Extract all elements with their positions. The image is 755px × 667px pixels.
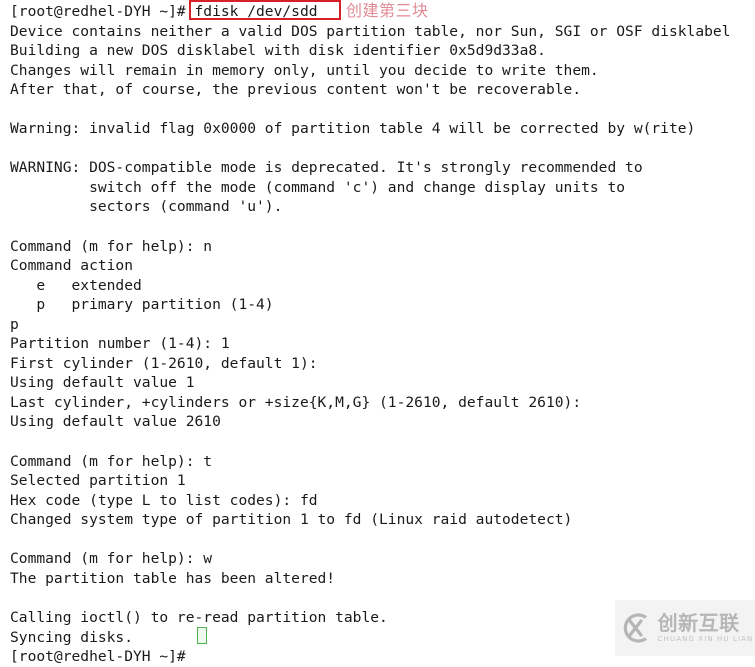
watermark-logo-icon bbox=[617, 611, 651, 645]
terminal-line: Last cylinder, +cylinders or +size{K,M,G… bbox=[10, 393, 582, 411]
terminal-line: Warning: invalid flag 0x0000 of partitio… bbox=[10, 120, 696, 138]
terminal-line: p primary partition (1-4) bbox=[10, 296, 274, 314]
annotation-text: 创建第三块 bbox=[346, 1, 429, 20]
watermark-text-block: 创新互联 CHUANG XIN HU LIAN bbox=[658, 613, 754, 643]
terminal-line: Command (m for help): n bbox=[10, 237, 213, 255]
watermark: 创新互联 CHUANG XIN HU LIAN bbox=[615, 600, 755, 656]
terminal-line: Using default value 2610 bbox=[10, 413, 221, 431]
terminal-cursor bbox=[197, 627, 207, 644]
terminal-line: Changed system type of partition 1 to fd… bbox=[10, 511, 573, 529]
terminal-line: e extended bbox=[10, 276, 142, 294]
terminal-line: After that, of course, the previous cont… bbox=[10, 81, 582, 99]
terminal-line: First cylinder (1-2610, default 1): bbox=[10, 354, 318, 372]
terminal-line: Command action bbox=[10, 257, 134, 275]
terminal-line: p bbox=[10, 315, 19, 333]
watermark-chinese: 创新互联 bbox=[657, 611, 740, 635]
terminal-output-area[interactable]: [root@redhel-DYH ~]# fdisk /dev/sdd Devi… bbox=[0, 0, 755, 665]
terminal-line: sectors (command 'u'). bbox=[10, 198, 283, 216]
terminal-line: Command (m for help): w bbox=[10, 550, 213, 568]
terminal-line: Device contains neither a valid DOS part… bbox=[10, 22, 731, 40]
terminal-line: Command (m for help): t bbox=[10, 452, 213, 470]
terminal-line: Partition number (1-4): 1 bbox=[10, 335, 230, 353]
terminal-line: Selected partition 1 bbox=[10, 472, 186, 490]
terminal-line: Changes will remain in memory only, unti… bbox=[10, 61, 599, 79]
terminal-line: WARNING: DOS-compatible mode is deprecat… bbox=[10, 159, 643, 177]
terminal-line: Building a new DOS disklabel with disk i… bbox=[10, 42, 546, 60]
terminal-line: Using default value 1 bbox=[10, 374, 195, 392]
terminal-line: The partition table has been altered! bbox=[10, 569, 336, 587]
terminal-line: Hex code (type L to list codes): fd bbox=[10, 491, 318, 509]
terminal-line: switch off the mode (command 'c') and ch… bbox=[10, 178, 626, 196]
watermark-pinyin: CHUANG XIN HU LIAN bbox=[657, 635, 754, 643]
